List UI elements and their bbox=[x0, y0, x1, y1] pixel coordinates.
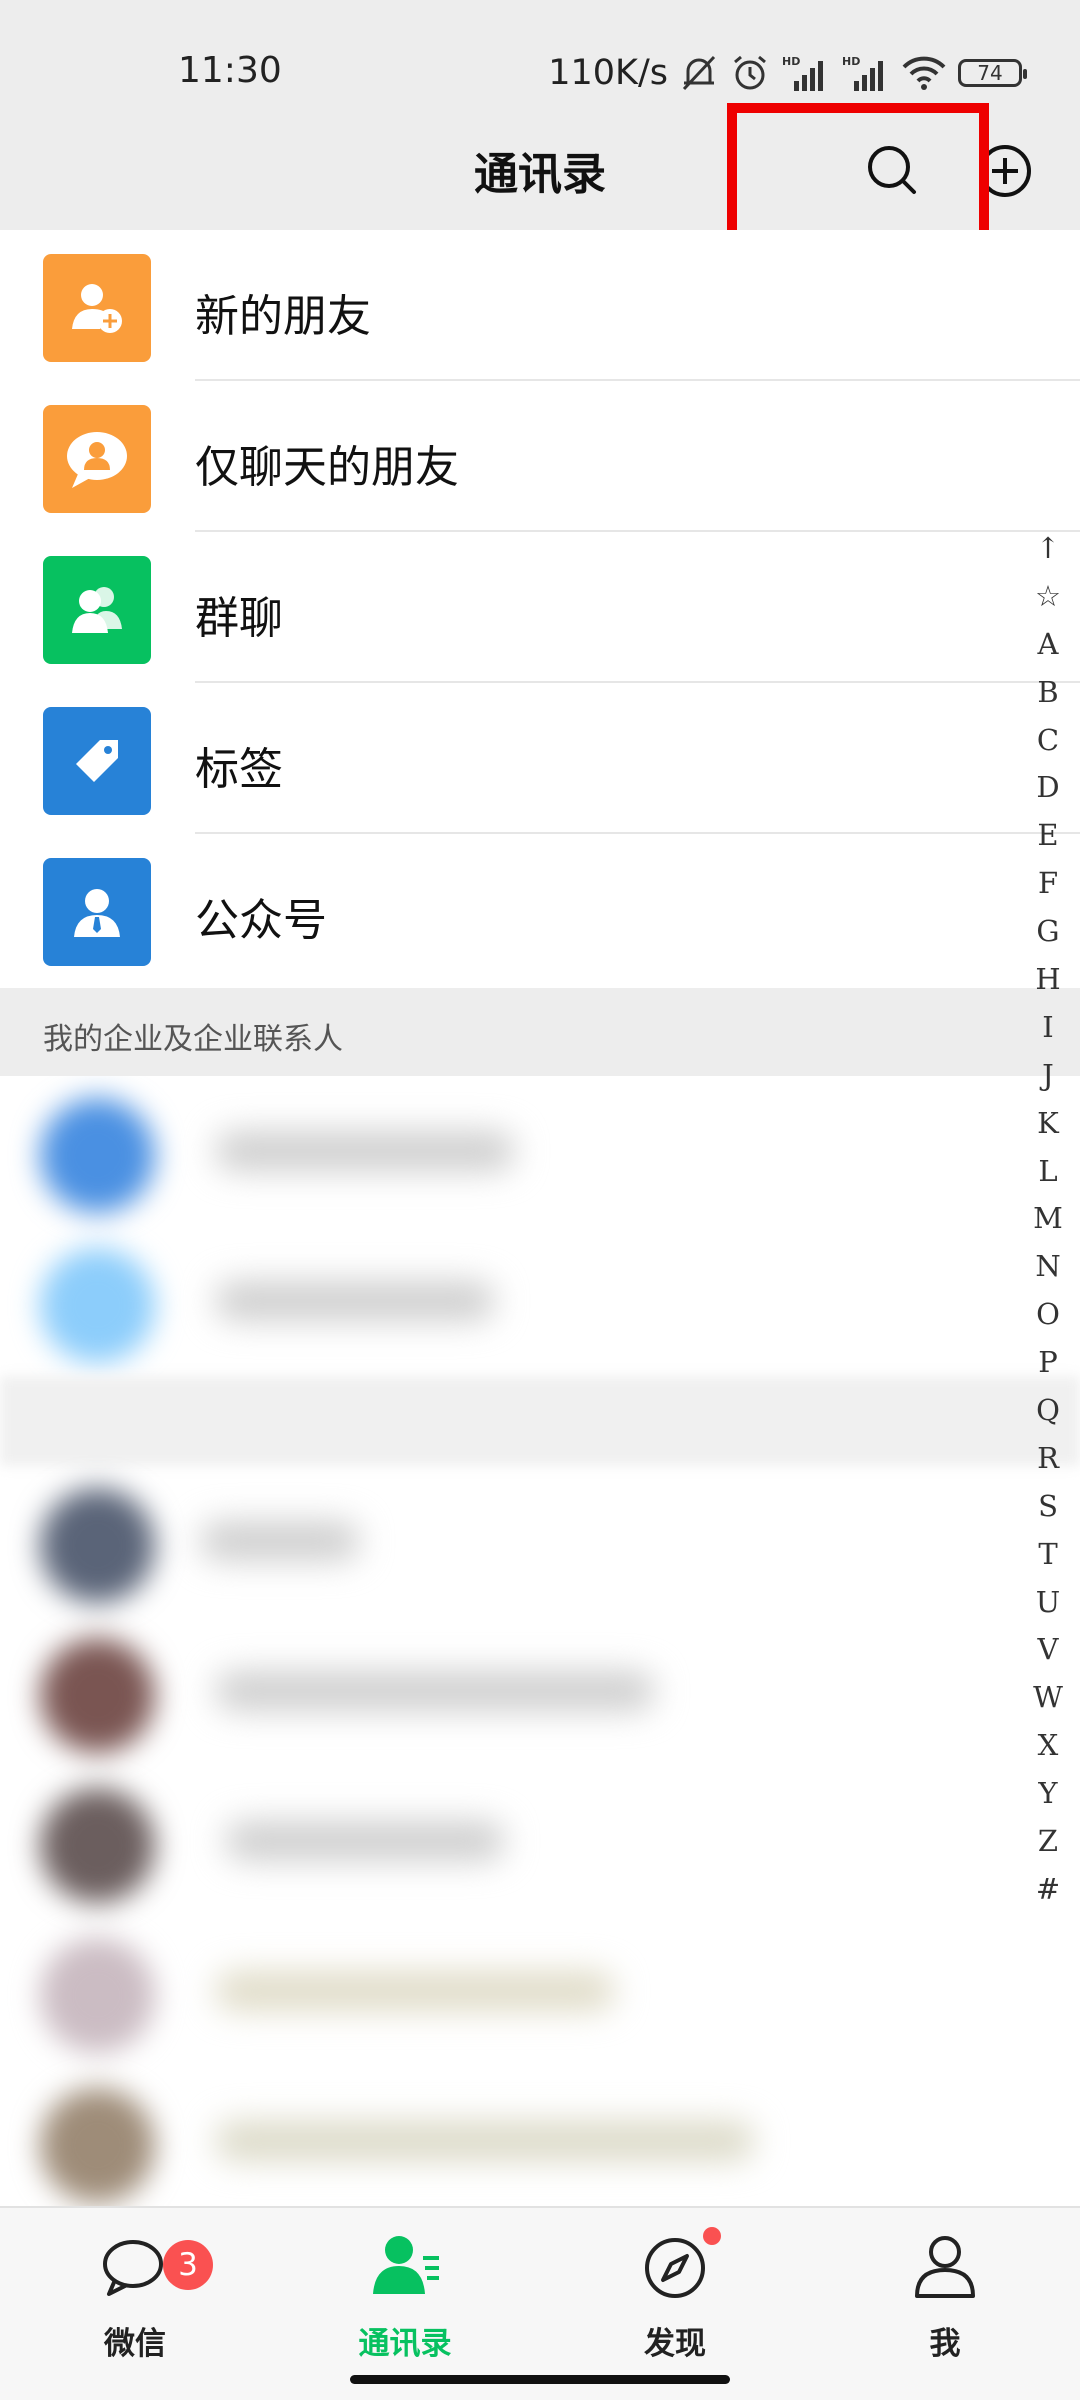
new-friends-item[interactable]: 新的朋友 bbox=[0, 230, 1080, 381]
status-icons: 110K/s HD HD 74 bbox=[548, 50, 1027, 96]
group-header bbox=[0, 1376, 1080, 1466]
home-indicator[interactable] bbox=[350, 2375, 730, 2384]
alphabet-index-item[interactable]: X bbox=[1028, 1722, 1068, 1770]
avatar bbox=[40, 1788, 155, 1903]
tab-chats[interactable]: 3 微信 bbox=[55, 2228, 215, 2362]
contact-item[interactable] bbox=[0, 1076, 1080, 1226]
alphabet-index-item[interactable]: H bbox=[1028, 956, 1068, 1004]
avatar bbox=[40, 1098, 155, 1213]
status-time: 11:30 bbox=[178, 50, 282, 91]
add-friend-icon bbox=[43, 254, 151, 362]
alphabet-index-item[interactable]: N bbox=[1028, 1243, 1068, 1291]
alarm-icon bbox=[730, 53, 770, 93]
function-label: 标签 bbox=[195, 744, 283, 795]
tab-discover[interactable]: 发现 bbox=[595, 2228, 755, 2362]
alphabet-index-item[interactable]: ↑ bbox=[1028, 525, 1068, 573]
alphabet-index-item[interactable]: # bbox=[1028, 1866, 1068, 1914]
contact-item[interactable] bbox=[0, 1766, 1080, 1916]
contact-name bbox=[225, 1821, 505, 1861]
person-icon bbox=[905, 2228, 985, 2308]
contact-name bbox=[215, 1671, 655, 1711]
function-label: 公众号 bbox=[195, 895, 327, 946]
unread-badge: 3 bbox=[163, 2240, 213, 2290]
tab-contacts[interactable]: 通讯录 bbox=[325, 2228, 485, 2362]
tab-me[interactable]: 我 bbox=[865, 2228, 1025, 2362]
alphabet-index-item[interactable]: O bbox=[1028, 1291, 1068, 1339]
tab-label: 发现 bbox=[644, 2326, 706, 2362]
avatar bbox=[40, 1248, 155, 1363]
alphabet-index-item[interactable]: D bbox=[1028, 764, 1068, 812]
alphabet-index-item[interactable]: L bbox=[1028, 1148, 1068, 1196]
tags-item[interactable]: 标签 bbox=[0, 683, 1080, 834]
alphabet-index-item[interactable]: T bbox=[1028, 1531, 1068, 1579]
chat-only-friend-icon bbox=[43, 405, 151, 513]
contact-name bbox=[215, 2121, 755, 2161]
alphabet-index-item[interactable]: A bbox=[1028, 621, 1068, 669]
contact-item[interactable] bbox=[0, 1466, 1080, 1616]
group-chat-icon bbox=[43, 556, 151, 664]
battery-icon: 74 bbox=[958, 59, 1027, 87]
alphabet-index-item[interactable]: K bbox=[1028, 1100, 1068, 1148]
alphabet-index-item[interactable]: W bbox=[1028, 1674, 1068, 1722]
official-account-icon bbox=[43, 858, 151, 966]
alphabet-index-item[interactable]: B bbox=[1028, 669, 1068, 717]
notification-dot bbox=[703, 2227, 721, 2245]
alphabet-index-item[interactable]: V bbox=[1028, 1626, 1068, 1674]
contacts-list bbox=[0, 1076, 1080, 2206]
alphabet-index-item[interactable]: J bbox=[1028, 1052, 1068, 1100]
svg-text:HD: HD bbox=[842, 55, 860, 68]
tab-label: 我 bbox=[929, 2326, 961, 2362]
alphabet-index-item[interactable]: M bbox=[1028, 1195, 1068, 1243]
section-label: 我的企业及企业联系人 bbox=[43, 1022, 343, 1057]
group-chats-item[interactable]: 群聊 bbox=[0, 532, 1080, 683]
chat-only-friends-item[interactable]: 仅聊天的朋友 bbox=[0, 381, 1080, 532]
contact-item[interactable] bbox=[0, 1226, 1080, 1376]
contact-name bbox=[215, 1281, 495, 1321]
network-speed: 110K/s bbox=[548, 53, 668, 93]
contact-item[interactable] bbox=[0, 2066, 1080, 2206]
alphabet-index-item[interactable]: S bbox=[1028, 1483, 1068, 1531]
signal-hd-icon: HD bbox=[782, 53, 830, 93]
function-label: 群聊 bbox=[195, 593, 283, 644]
alphabet-index-item[interactable]: ☆ bbox=[1028, 573, 1068, 621]
alphabet-index-item[interactable]: C bbox=[1028, 717, 1068, 765]
alphabet-index-item[interactable]: F bbox=[1028, 860, 1068, 908]
function-label: 仅聊天的朋友 bbox=[195, 442, 459, 493]
function-label: 新的朋友 bbox=[195, 291, 371, 342]
bottom-tab-bar: 3 微信 通讯录 发现 我 bbox=[0, 2206, 1080, 2400]
contact-name bbox=[215, 1971, 615, 2011]
tab-label: 通讯录 bbox=[358, 2326, 452, 2362]
alphabet-index-item[interactable]: U bbox=[1028, 1579, 1068, 1627]
official-accounts-item[interactable]: 公众号 bbox=[0, 834, 1080, 985]
avatar bbox=[40, 1488, 155, 1603]
signal-hd-icon: HD bbox=[842, 53, 890, 93]
tag-icon bbox=[43, 707, 151, 815]
alphabet-index-item[interactable]: G bbox=[1028, 908, 1068, 956]
svg-text:HD: HD bbox=[782, 55, 800, 68]
avatar bbox=[40, 1638, 155, 1753]
contact-item[interactable] bbox=[0, 1616, 1080, 1766]
avatar bbox=[40, 2088, 155, 2203]
alphabet-index-item[interactable]: Z bbox=[1028, 1818, 1068, 1866]
tab-label: 微信 bbox=[104, 2326, 166, 2362]
wifi-icon bbox=[902, 53, 946, 93]
contacts-icon bbox=[365, 2228, 445, 2308]
alphabet-index-item[interactable]: P bbox=[1028, 1339, 1068, 1387]
function-list: 新的朋友 仅聊天的朋友 群聊 标签 公众号 bbox=[0, 230, 1080, 985]
contact-name bbox=[215, 1131, 515, 1171]
alphabet-index-item[interactable]: I bbox=[1028, 1004, 1068, 1052]
alphabet-index-item[interactable]: E bbox=[1028, 812, 1068, 860]
contact-name bbox=[200, 1521, 360, 1561]
alphabet-index[interactable]: ↑ ☆ A B C D E F G H I J K L M N O P Q R S T U V W X Y Z # bbox=[1030, 525, 1066, 1914]
alphabet-index-item[interactable]: Y bbox=[1028, 1770, 1068, 1818]
alphabet-index-item[interactable]: Q bbox=[1028, 1387, 1068, 1435]
avatar bbox=[40, 1938, 155, 2053]
bell-muted-icon bbox=[680, 53, 718, 93]
contact-item[interactable] bbox=[0, 1916, 1080, 2066]
alphabet-index-item[interactable]: R bbox=[1028, 1435, 1068, 1483]
section-header: 我的企业及企业联系人 bbox=[0, 988, 1080, 1076]
